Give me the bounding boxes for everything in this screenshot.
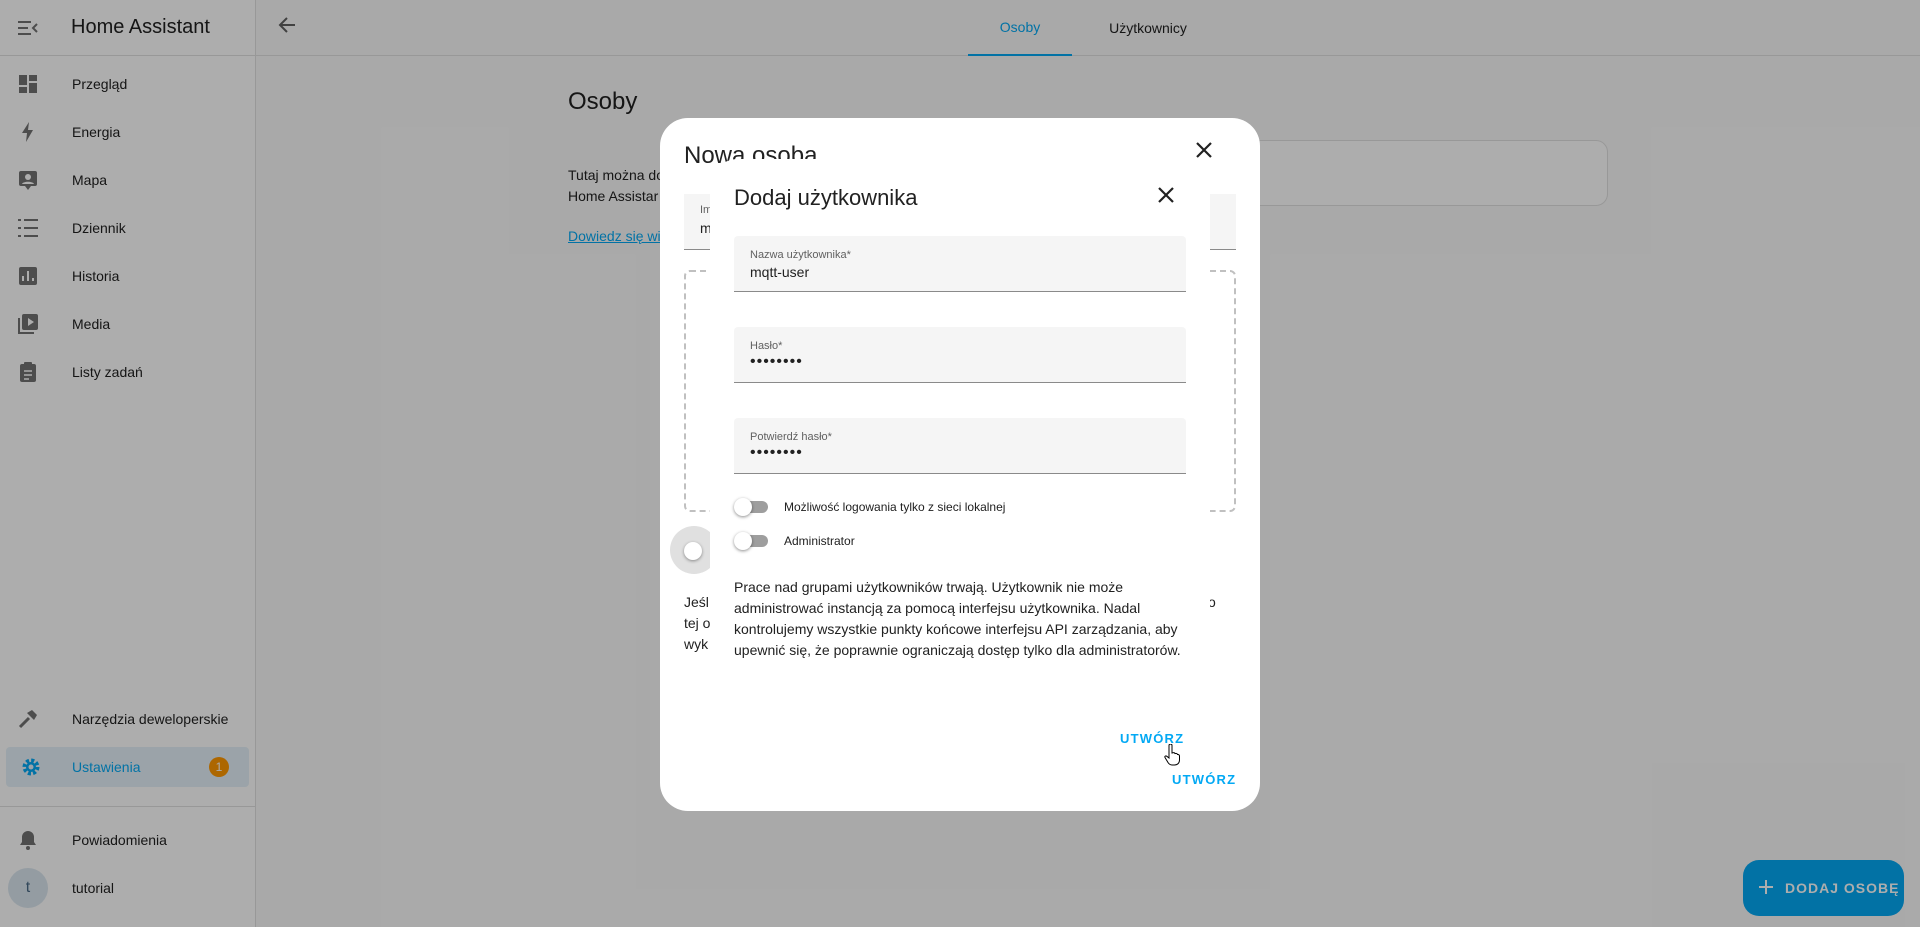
local-only-label: Możliwość logowania tylko z sieci lokaln… [784, 500, 1006, 514]
admin-switch[interactable] [734, 531, 770, 551]
local-only-switch[interactable] [734, 497, 770, 517]
dialog-title: Dodaj użytkownika [734, 185, 918, 210]
username-value: mqtt-user [750, 264, 810, 280]
create-person-button[interactable]: UTWÓRZ [1172, 772, 1236, 787]
close-icon[interactable] [1158, 187, 1174, 208]
password-label: Hasło* [750, 340, 783, 352]
add-user-dialog: Dodaj użytkownika Nazwa użytkownika* mqt… [710, 159, 1210, 768]
confirm-password-label: Potwierdź hasło* [750, 431, 832, 443]
password-value: •••••••• [750, 353, 803, 370]
confirm-password-field[interactable]: Potwierdź hasło* •••••••• [734, 418, 1186, 474]
toggle-knob [684, 542, 702, 560]
hand-cursor-icon [1164, 743, 1181, 771]
password-field[interactable]: Hasło* •••••••• [734, 327, 1186, 383]
admin-label: Administrator [784, 534, 855, 548]
admin-row: Administrator [734, 531, 855, 551]
username-label: Nazwa użytkownika* [750, 249, 851, 261]
username-field[interactable]: Nazwa użytkownika* mqtt-user [734, 236, 1186, 292]
close-icon[interactable] [1196, 142, 1212, 163]
user-groups-note: Prace nad grupami użytkowników trwają. U… [734, 579, 1181, 658]
confirm-password-value: •••••••• [750, 444, 803, 461]
local-only-row: Możliwość logowania tylko z sieci lokaln… [734, 497, 1005, 517]
